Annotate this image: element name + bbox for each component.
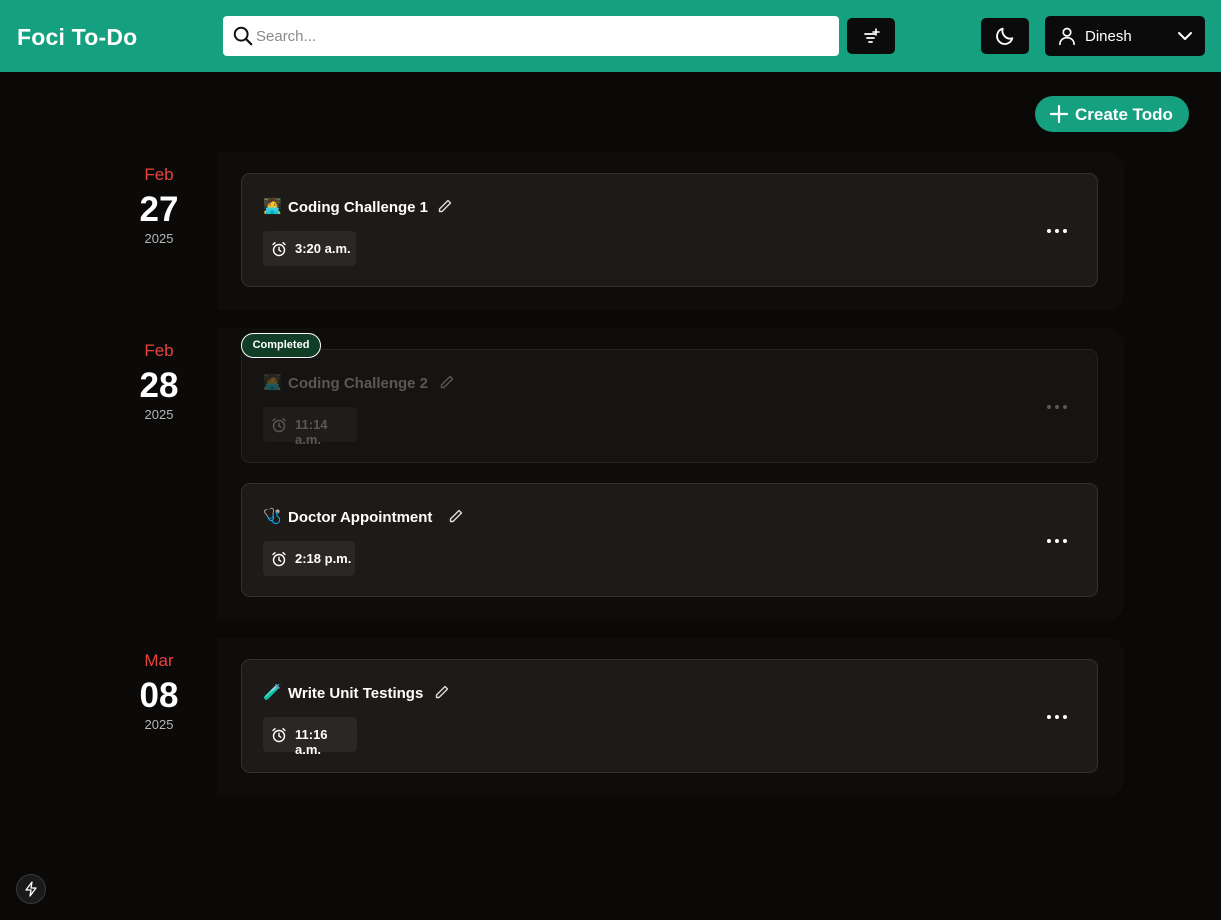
alarm-clock-icon [272, 552, 286, 567]
technologist-emoji-icon: 🧑‍💻 [263, 198, 282, 215]
plus-icon [1050, 105, 1068, 123]
filter-button[interactable] [847, 18, 895, 54]
date-year: 2025 [144, 407, 174, 422]
todo-card-completed[interactable]: 🧑‍💻 Coding Challenge 2 11:14 a.m. [241, 349, 1098, 463]
date-group: Feb 28 2025 🧑‍💻 Coding Challenge 2 11:14… [100, 328, 1124, 620]
search-box[interactable] [223, 16, 839, 56]
todo-title: Doctor Appointment [288, 509, 433, 526]
alarm-clock-icon [272, 242, 286, 257]
more-horizontal-icon[interactable] [1046, 710, 1068, 724]
pencil-icon[interactable] [439, 374, 455, 390]
date-month: Feb [144, 165, 174, 184]
pencil-icon[interactable] [434, 684, 450, 700]
chevron-down-icon [1178, 32, 1192, 40]
test-tube-emoji-icon: 🧪 [263, 684, 282, 701]
completed-badge: Completed [241, 333, 321, 358]
moon-icon [996, 27, 1014, 45]
filter-icon [864, 28, 880, 43]
time-chip: 11:14 a.m. [263, 407, 357, 447]
todo-card[interactable]: 🩺 Doctor Appointment 2:18 p.m. [241, 483, 1098, 597]
todo-card[interactable]: 🧑‍💻 Coding Challenge 1 3:20 a.m. [241, 173, 1098, 287]
alarm-clock-icon [272, 418, 286, 433]
date-column: Mar 08 2025 [100, 638, 218, 796]
todo-time: 11:14 a.m. [295, 417, 328, 447]
todo-time: 2:18 p.m. [295, 551, 352, 566]
date-day: 27 [139, 190, 179, 229]
more-horizontal-icon[interactable] [1046, 400, 1068, 414]
todo-title: Coding Challenge 1 [288, 199, 429, 216]
create-todo-label: Create Todo [1075, 105, 1173, 124]
date-column: Feb 28 2025 [100, 328, 218, 620]
user-menu-button[interactable]: Dinesh [1045, 16, 1205, 56]
todo-time: 3:20 a.m. [295, 241, 351, 256]
date-column: Feb 27 2025 [100, 152, 218, 310]
todo-card[interactable]: 🧪 Write Unit Testings 11:16 a.m. [241, 659, 1098, 773]
date-day: 08 [139, 676, 179, 715]
top-bar: Foci To-Do Dinesh [0, 0, 1221, 72]
todo-time: 11:16 a.m. [295, 727, 328, 757]
search-icon [233, 26, 253, 46]
pencil-icon[interactable] [437, 198, 453, 214]
pencil-icon[interactable] [448, 508, 464, 524]
time-chip: 11:16 a.m. [263, 717, 357, 757]
time-chip: 3:20 a.m. [263, 231, 356, 266]
date-year: 2025 [144, 231, 174, 246]
dev-tools-button[interactable] [16, 874, 46, 904]
more-horizontal-icon[interactable] [1046, 224, 1068, 238]
app-title: Foci To-Do [17, 24, 138, 50]
create-todo-button[interactable]: Create Todo [1035, 96, 1189, 132]
user-name: Dinesh [1085, 28, 1132, 45]
date-month: Feb [144, 341, 174, 360]
theme-toggle-button[interactable] [981, 18, 1029, 54]
lightning-icon [25, 881, 37, 897]
user-icon [1059, 27, 1075, 46]
date-group: Feb 27 2025 🧑‍💻 Coding Challenge 1 3:20 … [100, 152, 1124, 310]
todo-title: Coding Challenge 2 [288, 375, 429, 392]
technologist-emoji-icon: 🧑‍💻 [263, 374, 282, 391]
search-input[interactable] [256, 22, 826, 50]
date-group: Mar 08 2025 🧪 Write Unit Testings 11:16 … [100, 638, 1124, 796]
todo-title: Write Unit Testings [288, 685, 424, 702]
date-day: 28 [139, 366, 179, 405]
alarm-clock-icon [272, 728, 286, 743]
stethoscope-emoji-icon: 🩺 [263, 508, 282, 525]
more-horizontal-icon[interactable] [1046, 534, 1068, 548]
time-chip: 2:18 p.m. [263, 541, 355, 576]
date-year: 2025 [144, 717, 174, 732]
date-month: Mar [144, 651, 174, 670]
